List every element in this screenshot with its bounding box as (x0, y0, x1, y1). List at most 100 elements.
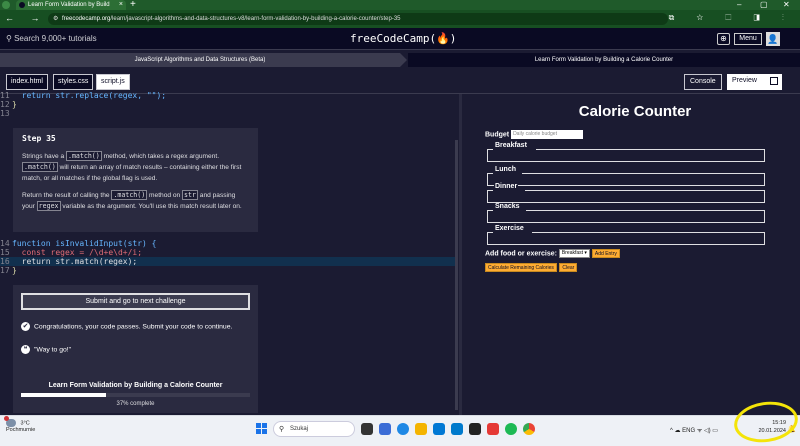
maximize-button[interactable]: ▢ (760, 0, 768, 9)
search-input[interactable]: ⚲ Search 9,000+ tutorials (6, 34, 97, 43)
code-line[interactable]: 13 (0, 109, 12, 118)
browser-tab-title: Learn Form Validation by Build (28, 2, 110, 8)
weather-condition: Pochmurnie (6, 427, 36, 433)
taskbar-search[interactable]: ⚲ Szukaj (273, 421, 355, 437)
pane-resize-handle[interactable] (459, 94, 462, 415)
quote-text: "Way to go!" (34, 346, 72, 354)
inline-code: str (182, 190, 198, 200)
congrats-message: ✔ Congratulations, your code passes. Subm… (21, 322, 232, 331)
entry-type-select[interactable]: Breakfast ▾ (558, 249, 590, 258)
line-number: 14 (0, 239, 10, 248)
preview-actions: Calculate Remaining Calories Clear (485, 262, 578, 273)
console-button[interactable]: Console (684, 74, 722, 90)
code-line-active[interactable]: 16 return str.match(regex); (0, 257, 458, 266)
code-text: } (12, 100, 17, 109)
fieldset-snacks[interactable]: Snacks (487, 203, 765, 223)
submit-button[interactable]: Submit and go to next challenge (21, 293, 250, 310)
menu-button[interactable]: Menu (734, 33, 762, 45)
tab-script-js[interactable]: script.js (96, 74, 130, 90)
fieldset-border (487, 210, 493, 211)
line-number: 13 (0, 109, 10, 118)
address-bar[interactable]: ⚙ freecodecamp.org/learn/javascript-algo… (48, 13, 668, 25)
progress-fill (21, 393, 106, 397)
breadcrumb-block[interactable]: Learn Form Validation by Building a Calo… (408, 53, 800, 67)
avatar[interactable]: 👤 (766, 32, 780, 46)
code-line[interactable]: 15 const regex = /\d+e\d+/i; (0, 248, 458, 257)
breadcrumb-superblock[interactable]: JavaScript Algorithms and Data Structure… (0, 53, 407, 67)
language-globe-icon[interactable]: ⊕ (717, 33, 730, 45)
line-number: 17 (0, 266, 10, 275)
vscode-icon[interactable] (451, 423, 463, 435)
task-view-icon[interactable] (361, 423, 373, 435)
fieldset-dinner[interactable]: Dinner (487, 183, 765, 203)
text: Return the result of calling the (22, 192, 112, 199)
edge-icon[interactable] (397, 423, 409, 435)
code-line[interactable]: 14 function isInvalidInput(str) { (0, 239, 458, 248)
preview-button[interactable]: Preview (727, 74, 782, 90)
store-icon[interactable] (433, 423, 445, 435)
fcc-logo[interactable]: freeCodeCamp(🔥) (350, 32, 456, 45)
line-number: 12 (0, 100, 10, 109)
fieldset-border (487, 190, 493, 191)
code-text: return str.replace(regex, ""); (12, 91, 167, 100)
site-info-icon[interactable]: ⚙ (53, 15, 58, 22)
close-window-button[interactable]: ✕ (783, 0, 790, 9)
weather-temp: 3°C (20, 420, 30, 427)
terminal-icon[interactable] (469, 423, 481, 435)
browser-profile-icon[interactable] (2, 1, 10, 9)
fieldset-border (522, 173, 765, 174)
search-icon: ⚲ (6, 34, 15, 43)
code-line[interactable]: 11 return str.replace(regex, ""); (0, 91, 166, 100)
browser-extension-icons[interactable]: ⧉ ☆ ⬚ ◨ ⋮ (669, 13, 794, 23)
file-explorer-icon[interactable] (415, 423, 427, 435)
popout-icon[interactable] (770, 77, 778, 85)
check-circle-icon: ✔ (21, 322, 30, 331)
weather-widget[interactable]: 3°C Pochmurnie (4, 416, 36, 433)
encouragement-quote: ❝ "Way to go!" (21, 345, 71, 354)
code-line[interactable]: 12} (0, 100, 17, 109)
fieldset-border (487, 149, 493, 150)
fieldset-lunch[interactable]: Lunch (487, 166, 765, 186)
fieldset-exercise[interactable]: Exercise (487, 225, 765, 245)
preview-title: Calorie Counter (578, 103, 692, 120)
minimize-button[interactable]: – (737, 0, 741, 9)
code-text: } (12, 266, 17, 275)
fieldset-border (525, 190, 765, 191)
browser-tab[interactable]: Learn Form Validation by Build × (16, 0, 126, 10)
fieldset-legend: Dinner (494, 183, 519, 190)
step-paragraph: Strings have a .match() method, which ta… (22, 151, 249, 184)
budget-label: Budget (485, 131, 510, 139)
fieldset-breakfast[interactable]: Breakfast (487, 142, 765, 162)
code-text: function isInvalidInput(str) { (12, 239, 157, 248)
browser-tab-strip: Learn Form Validation by Build × + – ▢ ✕ (0, 0, 800, 10)
spotify-icon[interactable] (505, 423, 517, 435)
test-result-panel: Submit and go to next challenge ✔ Congrat… (13, 285, 258, 413)
breadcrumb: JavaScript Algorithms and Data Structure… (0, 53, 800, 67)
fieldset-legend: Exercise (494, 225, 525, 232)
app-icon[interactable] (487, 423, 499, 435)
quote-icon: ❝ (21, 345, 30, 354)
text: method on (147, 192, 183, 199)
close-tab-icon[interactable]: × (119, 1, 123, 8)
browser-toolbar: ← → ↻ ⚙ freecodecamp.org/learn/javascrip… (0, 10, 800, 28)
tab-styles-css[interactable]: styles.css (53, 74, 94, 90)
windows-start-icon[interactable] (256, 423, 268, 435)
budget-input[interactable]: Daily calorie budget (511, 130, 584, 139)
system-tray[interactable]: ^ ☁ ENG ᯤ ◁) ▭ (670, 426, 718, 434)
chrome-icon[interactable] (523, 423, 535, 435)
editor-scrollbar[interactable] (455, 140, 458, 410)
chat-app-icon[interactable] (379, 423, 391, 435)
fieldset-border (487, 232, 493, 233)
code-line[interactable]: 17} (0, 266, 458, 275)
fcc-favicon-icon (19, 2, 25, 8)
text: variable as the argument. You'll use thi… (60, 203, 242, 210)
new-tab-button[interactable]: + (130, 0, 136, 10)
text: Strings have a (22, 153, 66, 160)
cloud-icon (4, 416, 16, 427)
calculate-button[interactable]: Calculate Remaining Calories (485, 263, 557, 273)
fcc-navbar: ⚲ Search 9,000+ tutorials freeCodeCamp(🔥… (0, 28, 800, 50)
add-entry-button[interactable]: Add Entry (591, 249, 620, 258)
tab-index-html[interactable]: index.html (6, 74, 48, 90)
clear-button[interactable]: Clear (559, 263, 578, 273)
fieldset-border (526, 210, 765, 211)
